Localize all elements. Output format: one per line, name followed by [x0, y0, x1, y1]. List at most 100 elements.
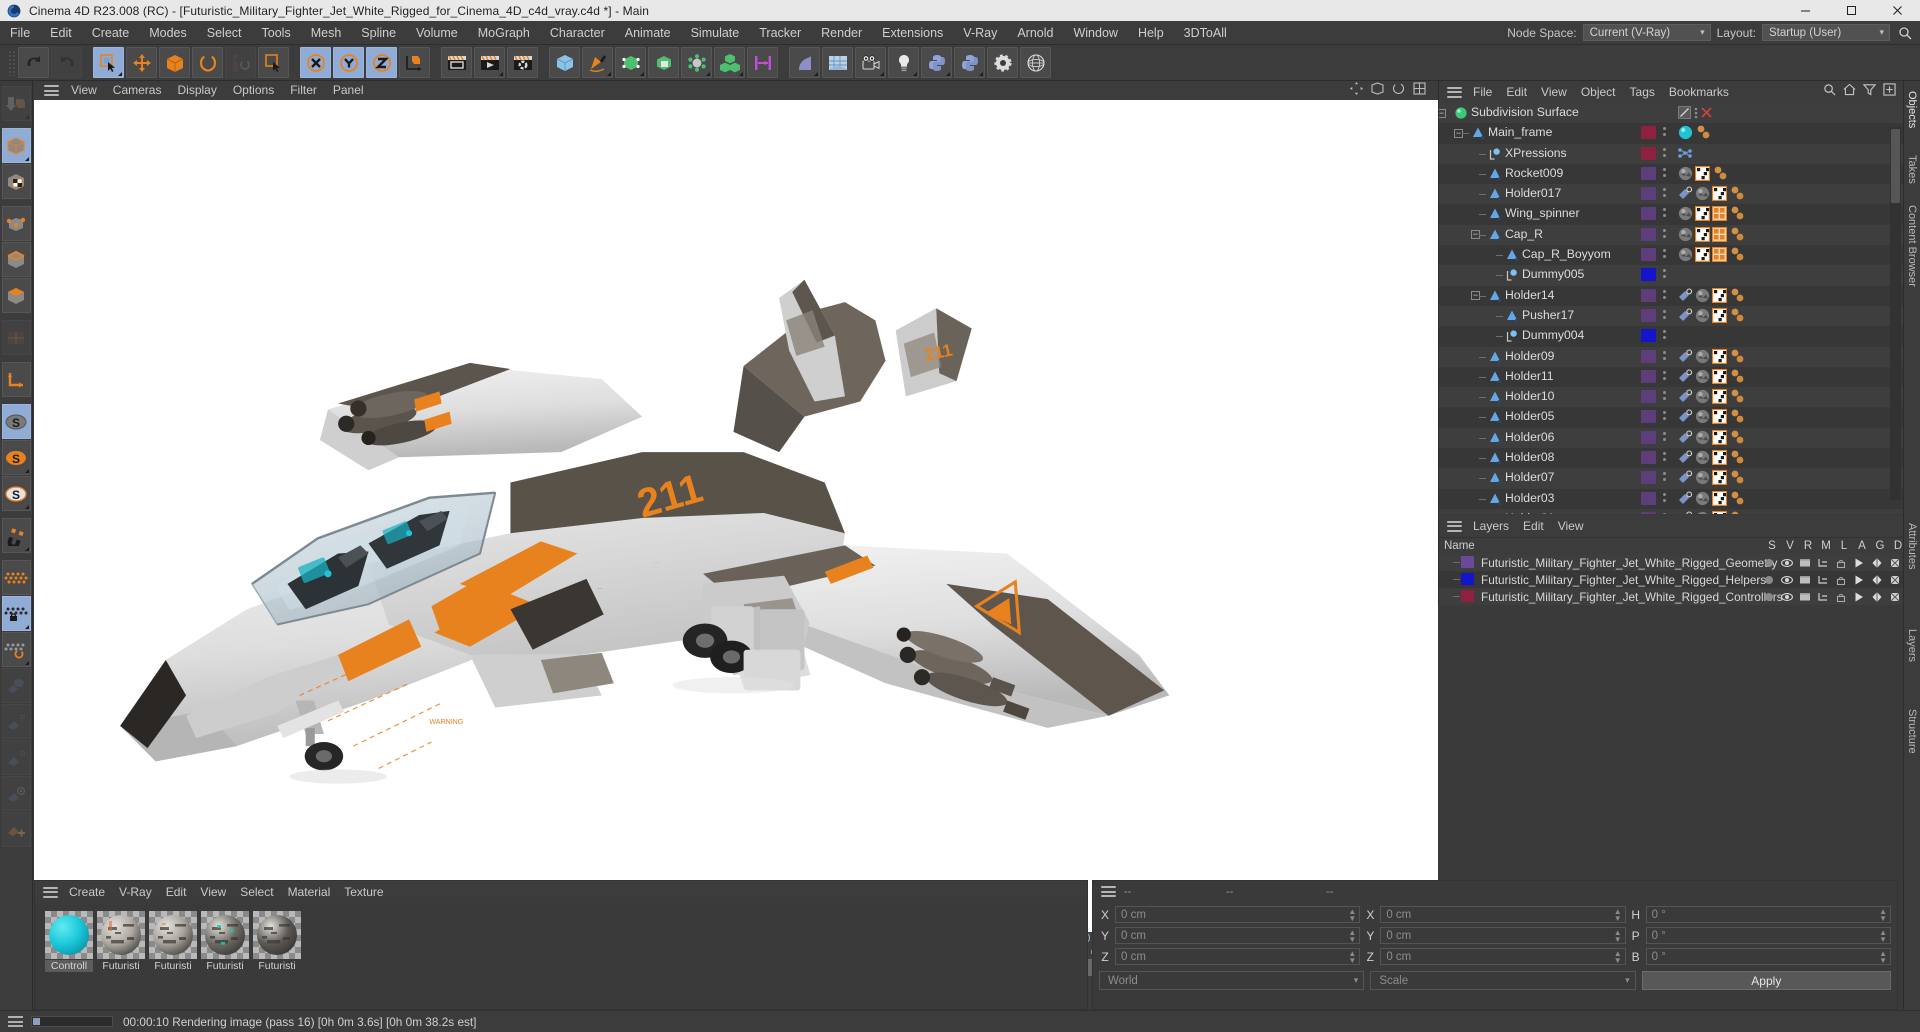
lock-toggle-icon[interactable] [1833, 589, 1849, 604]
material-tag-icon[interactable] [1695, 308, 1710, 323]
search-icon[interactable] [1896, 24, 1914, 42]
menu-character[interactable]: Character [540, 21, 615, 45]
menu-volume[interactable]: Volume [406, 21, 468, 45]
uvw-tag-icon[interactable] [1711, 287, 1728, 303]
rotate-view-icon[interactable] [1392, 82, 1405, 100]
dynamics-tag-icon[interactable] [1729, 409, 1749, 424]
material-tag-icon[interactable] [1678, 166, 1693, 181]
position-input[interactable]: 0 cm ▲ ▼ [1115, 927, 1361, 944]
lock-workplane-button[interactable] [1, 596, 31, 631]
selection-tag-icon[interactable] [1711, 206, 1728, 222]
uvw-tag-icon[interactable] [1711, 429, 1728, 445]
manager-toggle-icon[interactable] [1815, 572, 1831, 587]
material-thumbnail[interactable] [149, 911, 197, 959]
xpresso-tag-icon[interactable] [1678, 146, 1693, 161]
layer-color-swatch[interactable] [1641, 288, 1656, 302]
tab-takes[interactable]: Takes [1904, 147, 1920, 192]
protection-tag-icon[interactable] [1678, 186, 1693, 201]
add-field-button[interactable] [789, 47, 820, 78]
material-tag-icon[interactable] [1695, 491, 1710, 506]
material-grid[interactable]: Controll Futuristi Futuristi Futuristi Futur… [35, 903, 1087, 972]
layer-color-swatch[interactable] [1641, 248, 1656, 262]
solo-toggle-icon[interactable] [1761, 572, 1777, 587]
layer-color-swatch[interactable] [1641, 369, 1656, 383]
render-toggle-icon[interactable] [1797, 589, 1813, 604]
row-dots[interactable] [1663, 512, 1667, 514]
uvw-tag-icon[interactable] [1694, 226, 1711, 242]
menu-3dtoall[interactable]: 3DToAll [1174, 21, 1237, 45]
layer-color-swatch[interactable] [1641, 511, 1656, 514]
pin-target-button[interactable] [1, 776, 31, 811]
selection-tag-icon[interactable] [1711, 246, 1728, 263]
material-tag-icon[interactable] [1695, 450, 1710, 465]
zoom-view-icon[interactable] [1371, 81, 1384, 100]
row-dots[interactable] [1663, 391, 1667, 403]
manager-toggle-icon[interactable] [1815, 555, 1831, 570]
status-bar-menu-icon[interactable] [8, 1016, 23, 1027]
render-to-picture-viewer-button[interactable] [474, 47, 505, 78]
magnet-tool-button[interactable] [1, 518, 31, 553]
solo-toggle-icon[interactable] [1761, 589, 1777, 604]
material-item[interactable]: Futuristi [149, 911, 197, 972]
viewport-menu-panel[interactable]: Panel [325, 81, 372, 100]
stepper-icon[interactable]: ▲▼ [1879, 928, 1887, 943]
tab-objects[interactable]: Objects [1904, 83, 1920, 136]
filter-icon[interactable] [1862, 83, 1877, 101]
layer-color-swatch[interactable] [1641, 227, 1656, 241]
material-tag-icon[interactable] [1695, 430, 1710, 445]
search-icon[interactable] [1823, 83, 1836, 101]
add-effector-button[interactable] [681, 47, 712, 78]
python-generator-button[interactable] [954, 47, 985, 78]
material-tag-icon[interactable] [1678, 125, 1693, 140]
add-spline-pen-button[interactable] [582, 47, 613, 78]
layer-color-swatch[interactable] [1641, 491, 1656, 505]
layer-manager-menu-icon[interactable] [1447, 520, 1462, 532]
texture-mode-button[interactable] [1, 164, 31, 199]
toolbar-grip[interactable] [8, 49, 15, 76]
coordinates-menu-icon[interactable] [1101, 886, 1116, 897]
layer-row[interactable]: Futuristic_Military_Fighter_Jet_White_Ri… [1439, 571, 1903, 588]
dynamics-tag-icon[interactable] [1729, 308, 1749, 323]
object-manager-menu-icon[interactable] [1447, 86, 1462, 98]
layer-color-swatch[interactable] [1641, 349, 1656, 363]
quantize-snap-button[interactable]: S [1, 476, 31, 511]
row-dots[interactable] [1663, 228, 1667, 241]
x-axis-toggle-button[interactable] [300, 47, 331, 78]
visible-toggle-icon[interactable] [1779, 555, 1795, 570]
dynamics-tag-icon[interactable] [1712, 166, 1732, 181]
menu-file[interactable]: File [0, 21, 40, 45]
uvw-tag-icon[interactable] [1711, 490, 1728, 506]
material-item[interactable]: Futuristi [253, 911, 301, 972]
layer-color-swatch[interactable] [1641, 166, 1656, 180]
polygons-mode-button[interactable] [1, 278, 31, 313]
object-tree-row[interactable]: − Holder14 [1439, 285, 1903, 306]
layer-color-swatch[interactable] [1461, 556, 1474, 568]
protection-tag-icon[interactable] [1678, 450, 1693, 465]
dynamics-tag-icon[interactable] [1729, 227, 1749, 242]
object-tree-row[interactable]: Holder10 [1439, 387, 1903, 408]
material-item[interactable]: Futuristi [97, 911, 145, 972]
layer-color-swatch[interactable] [1641, 126, 1656, 140]
matmgr-menu-view[interactable]: View [193, 881, 233, 903]
protection-tag-icon[interactable] [1678, 288, 1693, 303]
layer-row[interactable]: Futuristic_Military_Fighter_Jet_White_Ri… [1439, 588, 1903, 605]
menu-tracker[interactable]: Tracker [749, 21, 811, 45]
layer-color-swatch[interactable] [1641, 146, 1656, 160]
uvw-tag-icon[interactable] [1694, 246, 1711, 263]
position-input[interactable]: 0 cm ▲ ▼ [1115, 906, 1361, 923]
selection-mode-button[interactable] [258, 47, 289, 78]
object-tree-row[interactable]: Holder07 [1439, 468, 1903, 489]
layer-rows[interactable]: Futuristic_Military_Fighter_Jet_White_Ri… [1439, 554, 1903, 605]
dynamics-tag-icon[interactable] [1729, 186, 1749, 201]
deformer-toggle-icon[interactable] [1887, 555, 1903, 570]
protection-tag-icon[interactable] [1678, 511, 1693, 514]
dynamics-tag-icon[interactable] [1695, 125, 1715, 140]
row-dots[interactable] [1663, 127, 1667, 139]
pin-p-button[interactable]: P [1, 704, 31, 739]
objmgr-menu-bookmarks[interactable]: Bookmarks [1662, 81, 1736, 103]
dynamics-tag-icon[interactable] [1729, 288, 1749, 303]
lock-toggle-icon[interactable] [1833, 555, 1849, 570]
visible-toggle-icon[interactable] [1779, 589, 1795, 604]
menu-modes[interactable]: Modes [139, 21, 197, 45]
content-browser-globe-button[interactable] [1020, 47, 1051, 78]
